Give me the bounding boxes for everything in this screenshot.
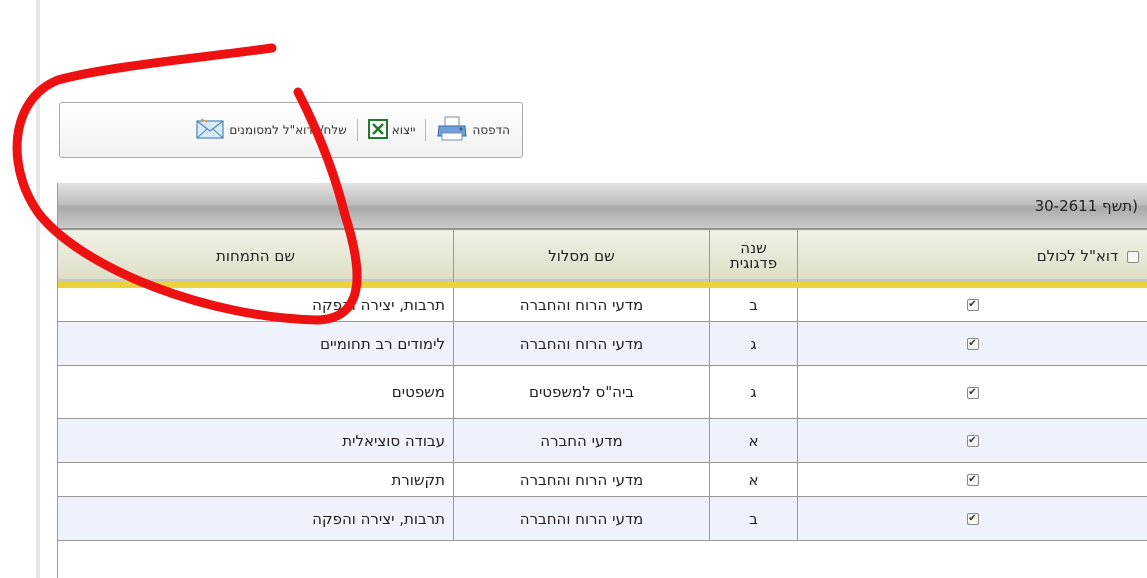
- email-cell: ✔: [797, 462, 1147, 497]
- year-cell: א: [709, 418, 798, 463]
- table-header-row: דוא"ל לכולם שנה פדגוגית שם מסלול שם התמח…: [58, 229, 1147, 288]
- major-cell: תרבות, יצירה והפקה: [58, 284, 454, 322]
- export-button[interactable]: ייצוא: [362, 110, 422, 150]
- row-email-checkbox[interactable]: ✔: [966, 513, 979, 525]
- column-header-major[interactable]: שם התמחות: [58, 229, 454, 288]
- track-cell: מדעי הרוח והחברה: [453, 321, 710, 366]
- row-email-checkbox[interactable]: ✔: [966, 474, 979, 486]
- track-cell: ביה"ס למשפטים: [453, 365, 710, 419]
- print-label: הדפסה: [472, 123, 510, 137]
- grid-caption-bar: 30-2611 תשף): [58, 183, 1147, 229]
- majors-grid: 30-2611 תשף) דוא"ל לכולם שנה פדגוגית שם …: [57, 183, 1147, 578]
- excel-icon: [367, 118, 388, 142]
- major-cell: לימודים רב תחומיים: [58, 321, 454, 366]
- year-cell: ג: [709, 321, 798, 366]
- email-cell: ✔: [797, 284, 1147, 322]
- print-button[interactable]: הדפסה: [430, 110, 516, 150]
- email-cell: ✔: [797, 418, 1147, 463]
- email-cell: ✔: [797, 496, 1147, 541]
- year-cell: ב: [709, 284, 798, 322]
- track-cell: מדעי החברה: [453, 418, 710, 463]
- grid-toolbar: הדפסה ייצוא שלח/י דוא"ל למסומנים: [59, 102, 523, 158]
- toolbar-separator: [425, 119, 427, 141]
- row-email-checkbox[interactable]: ✔: [966, 435, 979, 447]
- major-cell: תרבות, יצירה והפקה: [58, 496, 454, 541]
- table-row: ✔ ג מדעי הרוח והחברה לימודים רב תחומיים: [58, 321, 1147, 366]
- column-header-track[interactable]: שם מסלול: [453, 229, 710, 288]
- table-row: ✔ א מדעי הרוח והחברה תקשורת: [58, 462, 1147, 497]
- row-email-checkbox[interactable]: ✔: [966, 338, 979, 350]
- track-header-label: שם מסלול: [548, 246, 615, 265]
- track-cell: מדעי הרוח והחברה: [453, 496, 710, 541]
- row-email-checkbox[interactable]: ✔: [966, 386, 979, 399]
- major-cell: עבודה סוציאלית: [58, 418, 454, 463]
- left-frame-border: [36, 0, 40, 578]
- column-header-email-all[interactable]: דוא"ל לכולם: [797, 229, 1147, 288]
- email-cell: ✔: [797, 321, 1147, 366]
- row-email-checkbox[interactable]: ✔: [966, 299, 979, 311]
- year-header-label: שנה פדגוגית: [729, 239, 778, 272]
- table-row: ✔ ג ביה"ס למשפטים משפטים: [58, 365, 1147, 419]
- major-cell: משפטים: [58, 365, 454, 419]
- year-cell: ב: [709, 496, 798, 541]
- table-row: ✔ ב מדעי הרוח והחברה תרבות, יצירה והפקה: [58, 284, 1147, 322]
- email-all-label: דוא"ל לכולם: [1036, 247, 1119, 265]
- track-cell: מדעי הרוח והחברה: [453, 284, 710, 322]
- track-cell: מדעי הרוח והחברה: [453, 462, 710, 497]
- grid-caption: 30-2611 תשף): [1034, 196, 1138, 215]
- export-label: ייצוא: [391, 123, 416, 137]
- major-cell: תקשורת: [58, 462, 454, 497]
- majors-table: דוא"ל לכולם שנה פדגוגית שם מסלול שם התמח…: [58, 229, 1147, 541]
- table-row: ✔ ב מדעי הרוח והחברה תרבות, יצירה והפקה: [58, 496, 1147, 541]
- printer-icon: [436, 115, 468, 146]
- envelope-icon: [195, 117, 225, 144]
- column-header-year[interactable]: שנה פדגוגית: [709, 229, 798, 288]
- email-selected-label: שלח/י דוא"ל למסומנים: [229, 123, 347, 137]
- select-all-checkbox[interactable]: [1127, 250, 1139, 263]
- email-cell: ✔: [797, 365, 1147, 419]
- major-header-label: שם התמחות: [216, 246, 295, 265]
- email-selected-button[interactable]: שלח/י דוא"ל למסומנים: [189, 110, 352, 150]
- toolbar-separator: [356, 119, 358, 141]
- table-row: ✔ א מדעי החברה עבודה סוציאלית: [58, 418, 1147, 463]
- year-cell: א: [709, 462, 798, 497]
- year-cell: ג: [709, 365, 798, 419]
